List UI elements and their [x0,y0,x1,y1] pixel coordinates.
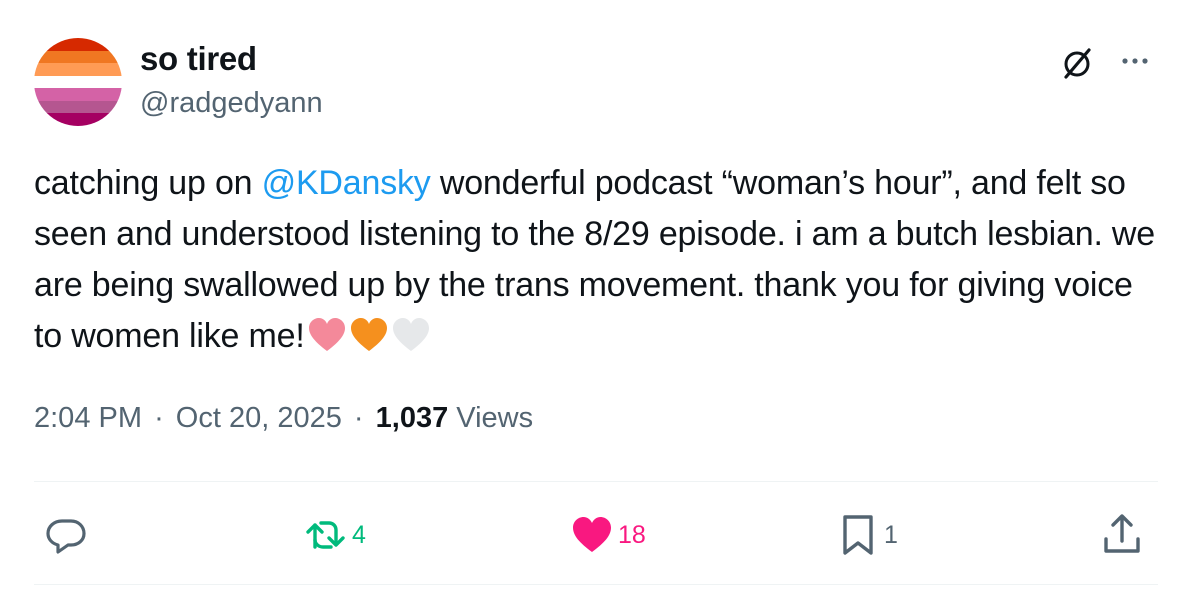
grok-icon[interactable] [1058,44,1096,82]
tweet-meta: 2:04 PM · Oct 20, 2025 · 1,037 Views [34,402,533,435]
avatar-stripe [34,113,122,126]
reply-button[interactable] [44,512,92,558]
meta-separator: · [154,402,164,434]
like-count: 18 [618,520,646,549]
bookmark-count: 1 [884,520,898,549]
tweet-text-start: catching up on [34,164,262,202]
divider [34,481,1158,482]
bookmark-button[interactable]: 1 [836,512,898,558]
views-count: 1,037 [375,402,449,434]
avatar-stripe [34,88,122,101]
retweet-count: 4 [352,520,366,549]
bookmark-icon [843,515,873,555]
mention-link[interactable]: @KDansky [262,164,431,202]
avatar-stripe [34,75,122,89]
share-button[interactable] [1100,512,1144,558]
tweet-date[interactable]: Oct 20, 2025 [176,402,342,434]
retweet-icon [306,521,345,549]
avatar-stripe [34,50,122,64]
display-name[interactable]: so tired [140,40,257,78]
tweet-time[interactable]: 2:04 PM [34,402,142,434]
more-icon[interactable] [1112,46,1158,76]
share-icon [1104,514,1140,553]
tweet-text: catching up on @KDansky wonderful podcas… [34,158,1164,362]
views-label: Views [456,402,534,434]
avatar-stripe [34,100,122,114]
divider [34,584,1158,585]
reply-icon [46,519,86,554]
pink-heart-icon [307,317,347,353]
avatar[interactable] [34,38,122,126]
meta-separator: · [353,402,364,434]
white-heart-icon [391,317,431,353]
tweet-card: so tired @radgedyann catching up on @KDa… [0,0,1186,590]
avatar-stripe [34,38,122,51]
heart-icon [573,517,611,552]
orange-heart-icon [349,317,389,353]
avatar-stripe [34,63,122,76]
like-button[interactable]: 18 [570,512,646,558]
user-handle[interactable]: @radgedyann [140,87,323,120]
retweet-button[interactable]: 4 [304,512,366,558]
